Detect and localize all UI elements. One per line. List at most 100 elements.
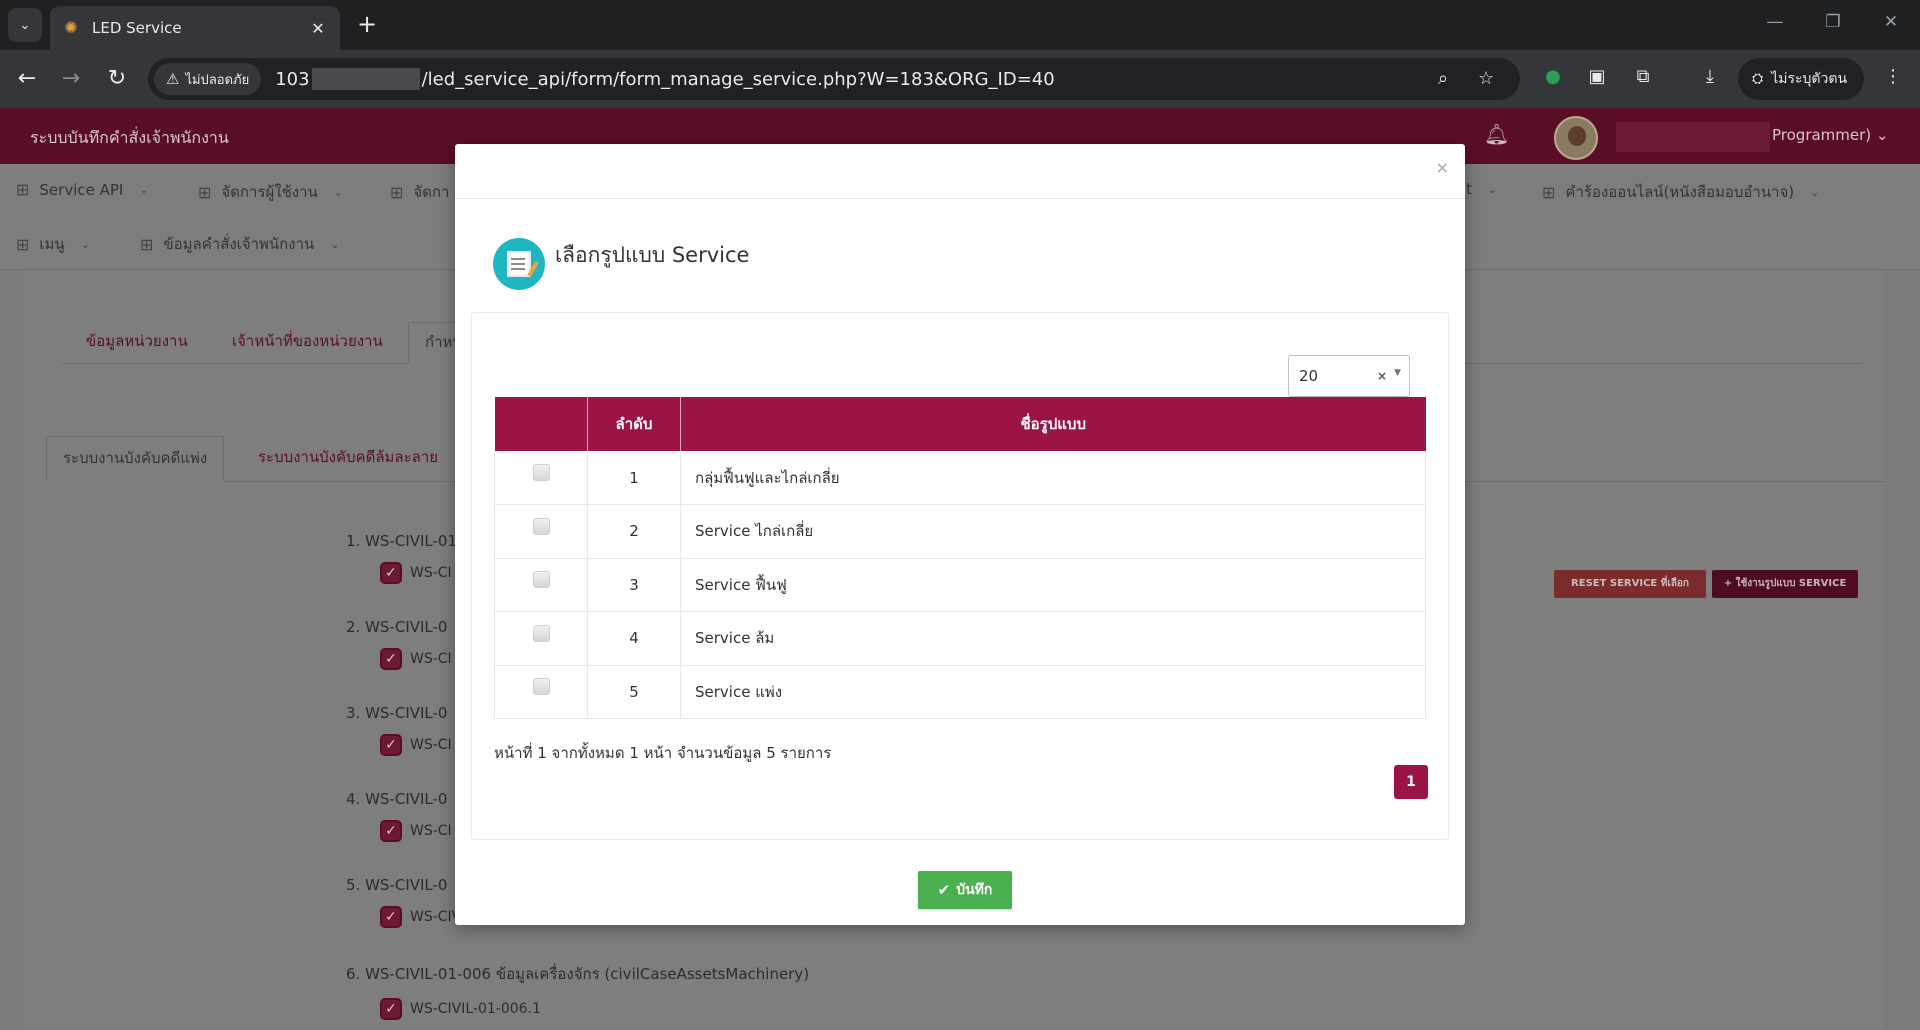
- menu-menu[interactable]: ⊞ เมนู ⌄: [16, 232, 90, 256]
- row-no: 1: [587, 451, 681, 505]
- chevron-down-icon: ⌄: [330, 237, 340, 251]
- tab-list-icon[interactable]: ⌄: [8, 8, 42, 42]
- col-no[interactable]: ลำดับ: [587, 397, 681, 451]
- row-name: Service ไกล่เกลี่ย: [680, 504, 1426, 559]
- ws-title: 6. WS-CIVIL-01-006 ข้อมูลเครื่องจักร (ci…: [346, 965, 810, 983]
- menu-partial[interactable]: t ⌄: [1466, 180, 1497, 198]
- page-size-select[interactable]: 20 × ▼: [1288, 355, 1410, 397]
- chevron-down-icon: ⌄: [1810, 185, 1820, 199]
- row-name: กลุ่มฟื้นฟูและไกล่เกลี่ย: [680, 451, 1426, 505]
- browser-tab[interactable]: ✺ LED Service ✕: [50, 6, 340, 50]
- ws-sub-item[interactable]: ✓ WS-CIVIL-01-006.1: [380, 998, 946, 1020]
- checkbox-checked[interactable]: ✓: [380, 648, 402, 670]
- tab-org-info[interactable]: ข้อมูลหน่วยงาน: [86, 322, 188, 364]
- row-checkbox[interactable]: [532, 624, 550, 642]
- row-checkbox[interactable]: [532, 464, 550, 481]
- grid-icon: ⊞: [1542, 182, 1556, 202]
- use-service-button[interactable]: + ใช้งานรูปแบบ SERVICE: [1712, 570, 1858, 598]
- menu-user-manage[interactable]: ⊞ จัดการผู้ใช้งาน ⌄: [198, 180, 343, 204]
- checkbox-checked[interactable]: ✓: [380, 734, 402, 756]
- tab-org-staff[interactable]: เจ้าหน้าที่ของหน่วยงาน: [232, 322, 383, 364]
- forward-icon[interactable]: →: [56, 64, 86, 94]
- row-checkbox[interactable]: [532, 678, 550, 696]
- minimize-icon[interactable]: —: [1760, 12, 1790, 32]
- table-row[interactable]: 4 Service ล้ม: [494, 611, 1426, 666]
- tab-bankruptcy[interactable]: ระบบงานบังคับคดีล้มละลาย: [258, 436, 438, 482]
- reload-icon[interactable]: ↻: [102, 64, 132, 94]
- chevron-down-icon: ⌄: [333, 185, 344, 199]
- url-text[interactable]: 103 /led_service_api/form/form_manage_se…: [275, 68, 1055, 90]
- row-no: 5: [587, 665, 681, 719]
- row-no: 3: [587, 558, 681, 612]
- incognito-chip[interactable]: ⛭ ไม่ระบุตัวตน: [1738, 58, 1864, 100]
- table-header: ลำดับ ชื่อรูปแบบ: [494, 397, 1426, 451]
- save-label: บันทึก: [956, 882, 993, 898]
- address-bar[interactable]: ⚠ ไม่ปลอดภัย 103 /led_service_api/form/f…: [148, 58, 1520, 100]
- zoom-icon[interactable]: ⌕: [1438, 68, 1448, 89]
- table-row[interactable]: 2 Service ไกล่เกลี่ย: [494, 504, 1426, 559]
- checkbox-checked[interactable]: ✓: [380, 906, 402, 928]
- avatar[interactable]: [1554, 116, 1598, 160]
- checkbox-checked[interactable]: ✓: [380, 562, 402, 584]
- url-redacted: [311, 68, 420, 90]
- close-icon[interactable]: ✕: [1876, 12, 1906, 32]
- row-no: 4: [587, 611, 681, 666]
- menu-manage[interactable]: ⊞ จัดกา: [390, 180, 449, 204]
- table-row[interactable]: 3 Service ฟื้นฟู: [494, 558, 1426, 612]
- row-checkbox[interactable]: [532, 571, 550, 589]
- menu-officer-orders[interactable]: ⊞ ข้อมูลคำสั่งเจ้าพนักงาน ⌄: [140, 232, 339, 256]
- new-tab-button[interactable]: +: [352, 10, 382, 40]
- puzzle-icon[interactable]: ⧉: [1630, 66, 1656, 87]
- save-button[interactable]: ✔ บันทึก: [918, 871, 1012, 909]
- checkbox-checked[interactable]: ✓: [380, 998, 402, 1020]
- service-table-card: 20 × ▼ ลำดับ ชื่อรูปแบบ 1 กลุ่มฟื้นฟูและ…: [471, 312, 1449, 840]
- reset-service-button[interactable]: RESET SERVICE ที่เลือก: [1554, 570, 1706, 598]
- clear-icon[interactable]: ×: [1377, 369, 1387, 383]
- row-no: 2: [587, 504, 681, 559]
- table-row[interactable]: 1 กลุ่มฟื้นฟูและไกล่เกลี่ย: [494, 451, 1426, 505]
- menu-online-request[interactable]: ⊞ คำร้องออนไลน์(หนังสือมอบอำนาจ) ⌄: [1542, 180, 1819, 204]
- row-name: Service แพ่ง: [680, 665, 1426, 719]
- favicon-icon: ✺: [64, 18, 78, 37]
- app-title: ระบบบันทึกคำสั่งเจ้าพนักงาน: [30, 128, 229, 147]
- modal-title: เลือกรูปแบบ Service: [555, 243, 750, 267]
- select-service-modal: × เลือกรูปแบบ Service 20 × ▼ ลำดับ ชื่อร…: [455, 144, 1465, 925]
- col-name[interactable]: ชื่อรูปแบบ: [680, 397, 1426, 451]
- security-label: ไม่ปลอดภัย: [185, 72, 250, 88]
- bell-icon[interactable]: 🔔︎: [1484, 122, 1509, 146]
- menu-service-api[interactable]: ⊞ Service API ⌄: [16, 180, 149, 199]
- check-icon: ✔: [937, 881, 951, 899]
- row-select-cell: [494, 558, 588, 612]
- modal-divider: [455, 198, 1465, 199]
- table-row[interactable]: 5 Service แพ่ง: [494, 665, 1426, 719]
- browser-toolbar: ← → ↻ ⚠ ไม่ปลอดภัย 103 /led_service_api/…: [0, 50, 1920, 108]
- notepad-icon: [493, 238, 545, 290]
- extension-icon[interactable]: ●: [1540, 66, 1566, 87]
- page-button-current[interactable]: 1: [1394, 765, 1428, 799]
- menu-dots-icon[interactable]: ⋮: [1880, 66, 1906, 87]
- row-name: Service ฟื้นฟู: [680, 558, 1426, 612]
- download-icon[interactable]: ⤓: [1697, 66, 1723, 87]
- row-checkbox[interactable]: [532, 517, 550, 535]
- page-size-value: 20: [1299, 367, 1319, 385]
- user-role[interactable]: Programmer) ⌄: [1772, 126, 1889, 144]
- row-select-cell: [494, 451, 588, 505]
- tab-close-icon[interactable]: ✕: [308, 19, 328, 38]
- modal-close-icon[interactable]: ×: [1436, 158, 1449, 177]
- service-table: ลำดับ ชื่อรูปแบบ 1 กลุ่มฟื้นฟูและไกล่เกล…: [494, 397, 1426, 719]
- back-icon[interactable]: ←: [12, 64, 42, 94]
- tab-civil[interactable]: ระบบงานบังคับคดีแพ่ง: [46, 436, 225, 482]
- user-name-redacted: [1616, 122, 1770, 152]
- checkbox-checked[interactable]: ✓: [380, 820, 402, 842]
- star-icon[interactable]: ☆: [1478, 68, 1494, 89]
- security-chip[interactable]: ⚠ ไม่ปลอดภัย: [154, 63, 262, 95]
- chevron-down-icon: ⌄: [1487, 182, 1498, 196]
- grid-icon: ⊞: [198, 182, 212, 202]
- caret-down-icon[interactable]: ▼: [1394, 368, 1401, 378]
- screen-icon[interactable]: ▣: [1584, 66, 1610, 87]
- row-select-cell: [494, 611, 588, 666]
- list-item: 6. WS-CIVIL-01-006 ข้อมูลเครื่องจักร (ci…: [346, 962, 946, 1020]
- incognito-icon: ⛭: [1752, 71, 1764, 87]
- row-select-cell: [494, 504, 588, 559]
- restore-icon[interactable]: ❐: [1818, 12, 1848, 32]
